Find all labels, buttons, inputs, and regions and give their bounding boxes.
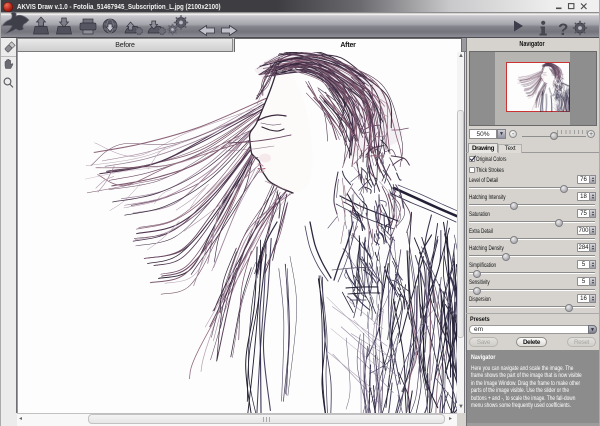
svg-text:?: ? (558, 20, 568, 39)
